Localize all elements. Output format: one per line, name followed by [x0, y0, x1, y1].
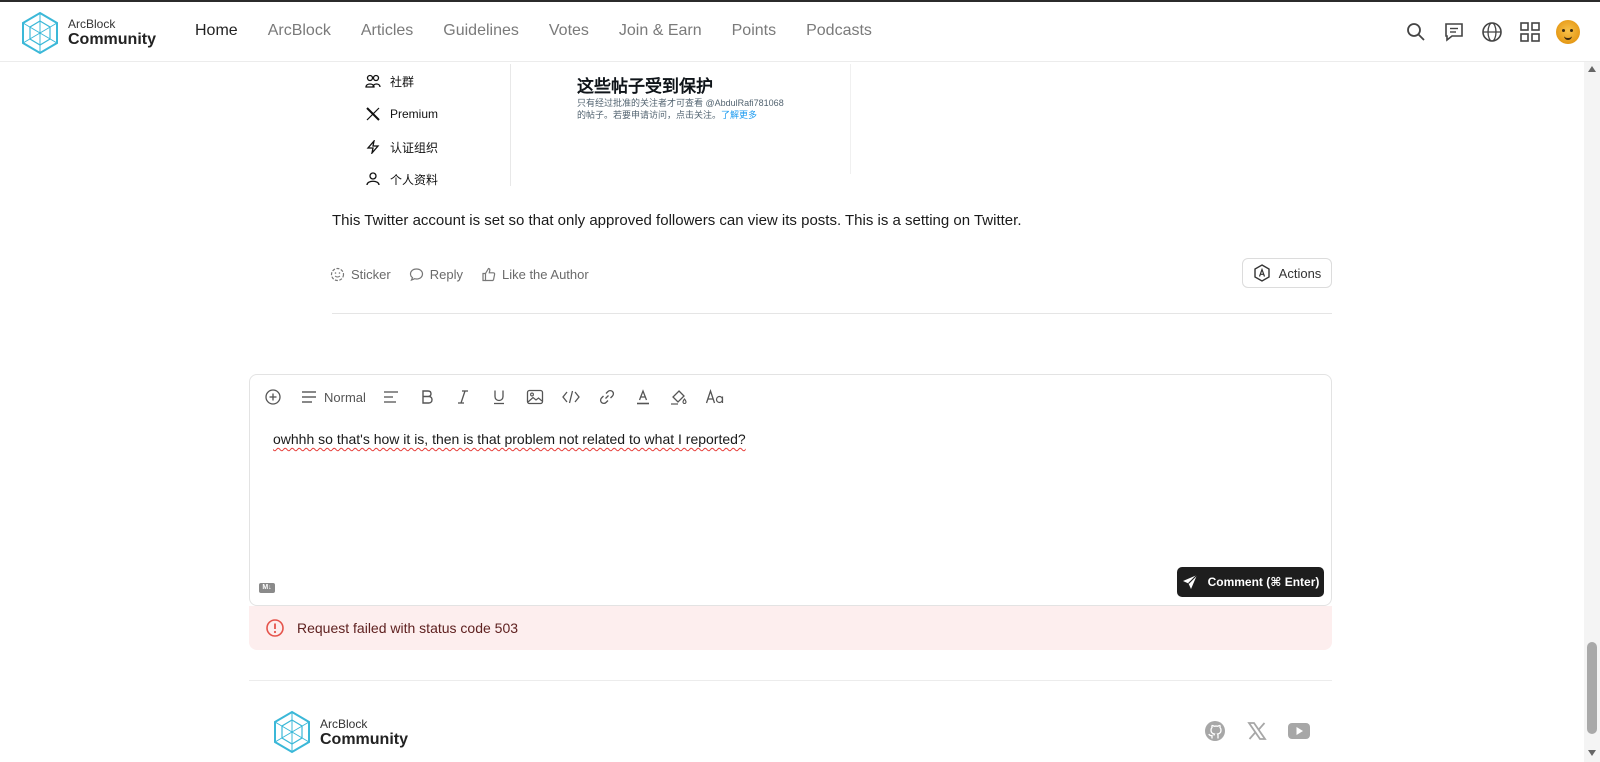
send-icon [1182, 574, 1198, 589]
post-body-text: This Twitter account is set so that only… [332, 212, 1022, 229]
nav-points[interactable]: Points [732, 22, 776, 40]
header-actions [1404, 20, 1580, 44]
markdown-icon[interactable]: M↓ [259, 583, 275, 593]
sticker-label: Sticker [351, 267, 391, 282]
embed-sidebar-label: 个人资料 [390, 172, 439, 187]
github-icon[interactable] [1202, 718, 1228, 744]
footer-divider [249, 680, 1332, 681]
actions-button[interactable]: Actions [1242, 258, 1332, 288]
reply-button[interactable]: Reply [409, 267, 463, 282]
comment-submit-button[interactable]: Comment (⌘ Enter) [1177, 567, 1324, 597]
sticker-icon [330, 267, 345, 282]
insert-plus-icon[interactable] [262, 386, 284, 408]
error-message: Request failed with status code 503 [297, 620, 519, 636]
editor-toolbar: Normal [262, 385, 740, 409]
comment-input-text[interactable]: owhhh so that's how it is, then is that … [273, 431, 746, 447]
x-icon[interactable] [1244, 718, 1270, 744]
embed-sidebar-item: 社群 [364, 72, 414, 90]
globe-icon[interactable] [1480, 20, 1504, 44]
reply-label: Reply [429, 267, 463, 282]
italic-icon[interactable] [452, 386, 474, 408]
arcblock-hex-icon [1253, 264, 1270, 282]
bold-icon[interactable] [416, 386, 438, 408]
people-icon [364, 72, 382, 90]
footer-social-links [1202, 718, 1312, 744]
youtube-icon[interactable] [1286, 718, 1312, 744]
post-embedded-image: 社群 Premium 认证组织 个人资料 这些帖子受到保护 只有经过批准的关注者… [332, 64, 852, 188]
like-author-label: Like the Author [501, 267, 589, 282]
brand-small-text: ArcBlock [68, 17, 116, 31]
footer-brand-small: ArcBlock [320, 717, 368, 731]
embed-sidebar-item: Premium [364, 105, 438, 123]
scrollbar-thumb[interactable] [1587, 642, 1597, 734]
highlight-icon[interactable] [668, 386, 690, 408]
embed-divider [510, 64, 511, 186]
comment-editor[interactable]: Normal owhhh so that's how it is, then i… [249, 374, 1332, 606]
main-nav: Home ArcBlock Articles Guidelines Votes … [195, 22, 902, 40]
footer-brand-big: Community [320, 731, 408, 748]
nav-home[interactable]: Home [195, 22, 238, 40]
protected-posts-title: 这些帖子受到保护 [577, 77, 713, 96]
block-style-select[interactable]: Normal [324, 390, 366, 405]
paragraph-style-icon[interactable] [298, 386, 320, 408]
error-circle-icon [266, 619, 284, 637]
comment-submit-label: Comment (⌘ Enter) [1207, 575, 1320, 589]
person-icon [364, 170, 382, 188]
error-alert: Request failed with status code 503 [249, 606, 1332, 650]
apps-grid-icon[interactable] [1518, 20, 1542, 44]
nav-podcasts[interactable]: Podcasts [806, 22, 872, 40]
learn-more-link: 了解更多 [721, 110, 758, 120]
embed-sidebar-item: 个人资料 [364, 170, 438, 188]
chat-icon[interactable] [1442, 20, 1466, 44]
comment-text: owhhh so that's how it is, then is that … [273, 431, 746, 447]
image-icon[interactable] [524, 386, 546, 408]
arcblock-logo-icon [274, 710, 310, 754]
underline-icon[interactable] [488, 386, 510, 408]
text-color-icon[interactable] [632, 386, 654, 408]
embed-sidebar-label: Premium [390, 107, 439, 121]
like-author-button[interactable]: Like the Author [481, 267, 589, 282]
align-left-icon[interactable] [380, 386, 402, 408]
font-size-icon[interactable] [704, 386, 726, 408]
site-logo[interactable]: ArcBlock Community [20, 11, 160, 55]
nav-guidelines[interactable]: Guidelines [443, 22, 519, 40]
arcblock-logo-icon [22, 11, 58, 55]
nav-join-earn[interactable]: Join & Earn [619, 22, 702, 40]
embed-sidebar-label: 认证组织 [390, 140, 439, 155]
footer-logo[interactable]: ArcBlock Community [272, 710, 412, 754]
reply-bubble-icon [409, 268, 423, 282]
thumbs-up-icon [482, 267, 496, 282]
page-scrollbar[interactable] [1584, 62, 1600, 762]
lightning-icon [364, 138, 382, 156]
x-logo-icon [364, 105, 382, 123]
nav-articles[interactable]: Articles [361, 22, 413, 40]
embed-sidebar-item: 认证组织 [364, 138, 438, 156]
scroll-up-arrow-icon[interactable] [1588, 66, 1596, 72]
protected-posts-description: 只有经过批准的关注者才可查看 @AbdulRafi781068 的帖子。若要申请… [577, 97, 787, 121]
embed-divider [850, 64, 851, 174]
code-icon[interactable] [560, 386, 582, 408]
search-icon[interactable] [1404, 20, 1428, 44]
user-avatar[interactable] [1556, 20, 1580, 44]
post-divider [332, 313, 1332, 314]
link-icon[interactable] [596, 386, 618, 408]
embed-sidebar-label: 社群 [390, 74, 415, 89]
brand-big-text: Community [68, 31, 156, 48]
scroll-down-arrow-icon[interactable] [1588, 750, 1596, 756]
nav-arcblock[interactable]: ArcBlock [268, 22, 331, 40]
site-header: ArcBlock Community Home ArcBlock Article… [0, 2, 1600, 62]
nav-votes[interactable]: Votes [549, 22, 589, 40]
actions-label: Actions [1278, 265, 1322, 281]
sticker-button[interactable]: Sticker [330, 267, 391, 282]
post-actions-bar: Sticker Reply Like the Author [330, 267, 607, 282]
